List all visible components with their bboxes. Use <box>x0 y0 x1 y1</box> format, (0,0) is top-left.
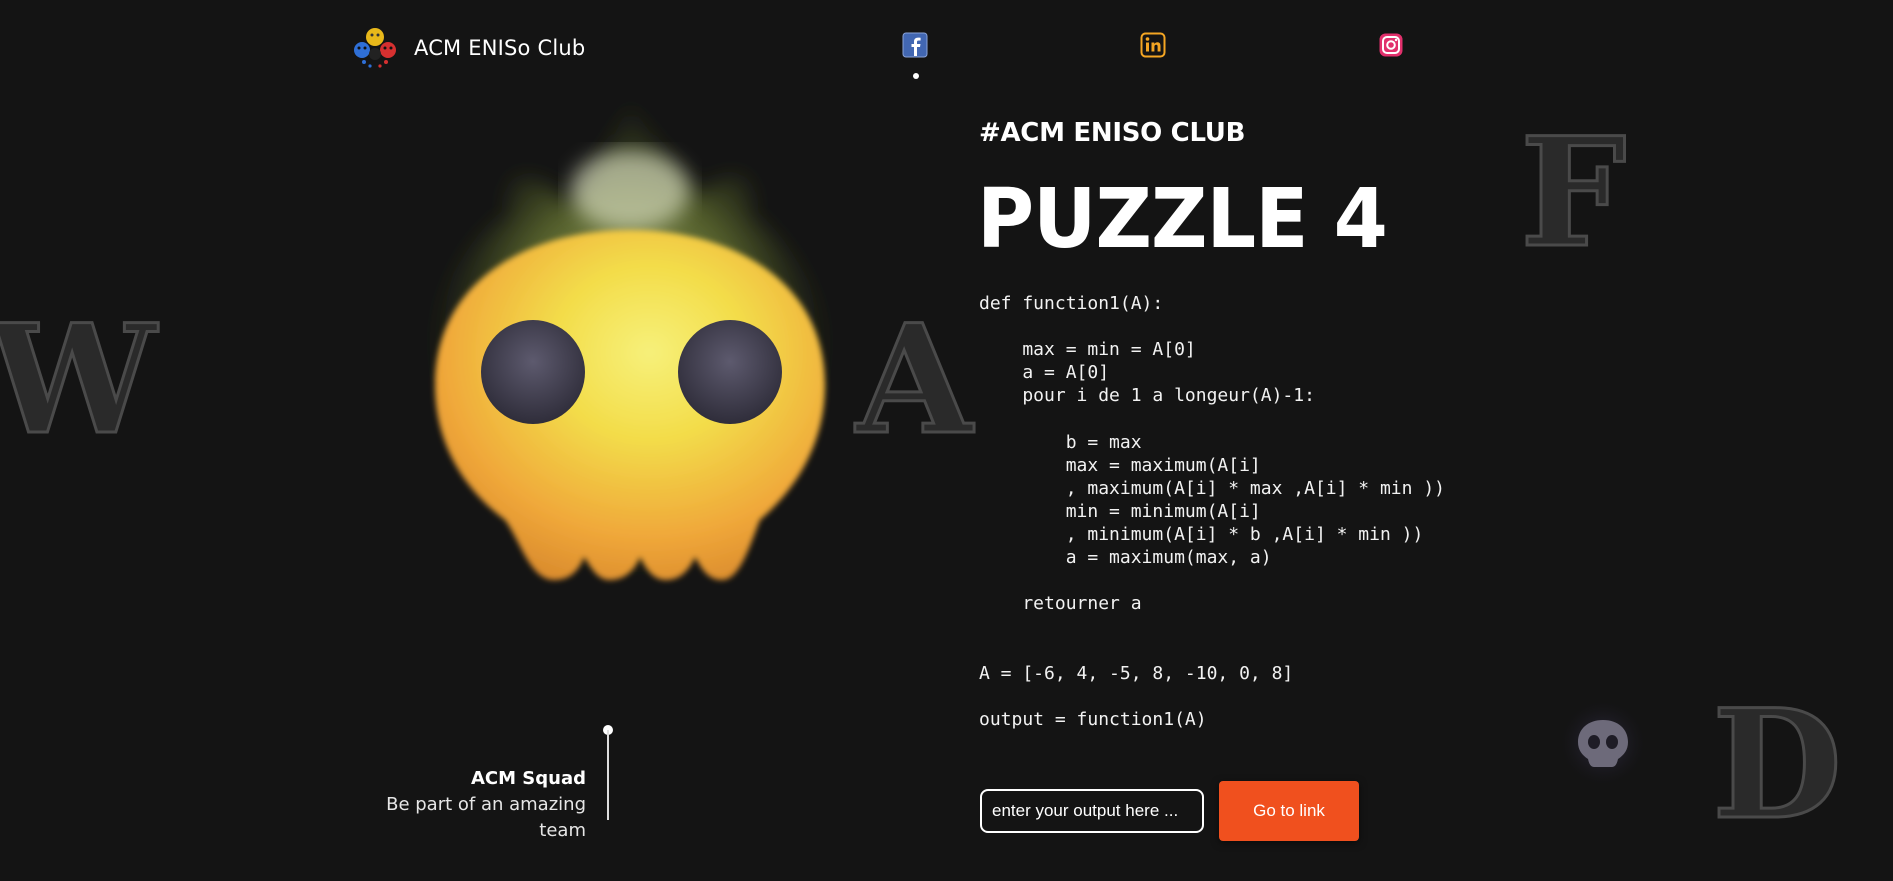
facebook-link[interactable] <box>902 32 928 58</box>
brand[interactable]: ACM ENISo Club <box>352 26 585 70</box>
club-tag: #ACM ENISO CLUB <box>979 118 1246 148</box>
puzzle-title: PUZZLE 4 <box>977 172 1388 267</box>
squad-caption: ACM Squad Be part of an amazing team <box>352 766 586 844</box>
bg-letter-w: W <box>0 292 158 468</box>
linkedin-link[interactable] <box>1140 32 1166 58</box>
puzzle-code: def function1(A): max = min = A[0] a = A… <box>979 293 1445 730</box>
club-logo-icon <box>354 28 396 68</box>
facebook-icon <box>902 32 928 58</box>
squad-title: ACM Squad <box>470 768 586 789</box>
bg-letter-f: F <box>1519 105 1628 281</box>
squad-text: Be part of an amazing team <box>386 794 586 841</box>
output-input[interactable] <box>980 789 1204 833</box>
instagram-icon <box>1379 33 1403 57</box>
bg-letter-d: D <box>1710 677 1843 853</box>
mini-skull-icon <box>1561 701 1645 785</box>
page: W A F D ACM ENISo Club ACM Squad Be part… <box>0 0 1893 881</box>
timeline-line <box>607 730 609 820</box>
instagram-link[interactable] <box>1378 32 1404 58</box>
brand-name: ACM ENISo Club <box>414 36 586 60</box>
go-to-link-button[interactable]: Go to link <box>1219 781 1359 841</box>
bg-letter-a: A <box>854 292 973 468</box>
active-nav-indicator <box>913 73 919 79</box>
linkedin-icon <box>1140 32 1166 58</box>
skull-illustration <box>400 95 860 605</box>
